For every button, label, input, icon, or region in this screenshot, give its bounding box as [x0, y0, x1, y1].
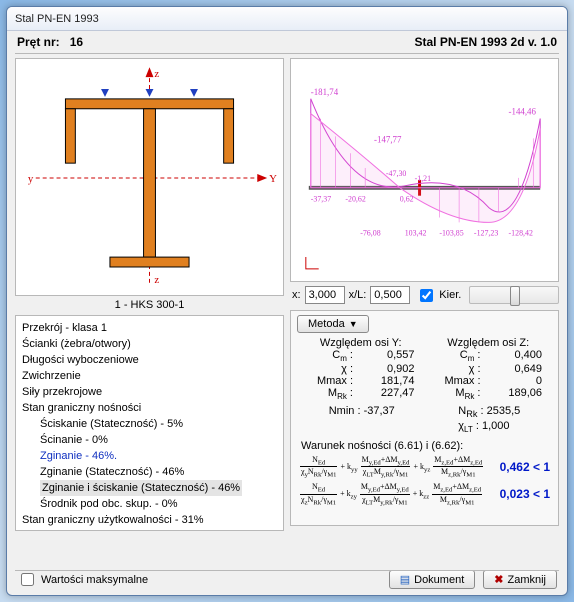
condition-661: NEdχyNRk/γM1 + kyy My,Ed+ΔMy,EdχLTMy,Rk/…	[299, 455, 552, 479]
result-row: Mmax :0	[425, 375, 553, 387]
max-values-label[interactable]: Wartości maksymalne	[17, 570, 148, 589]
svg-text:z: z	[154, 68, 159, 80]
max-values-checkbox[interactable]	[21, 573, 34, 586]
svg-text:-1,21: -1,21	[415, 174, 432, 183]
chevron-down-icon: ▼	[349, 319, 358, 329]
tree-item[interactable]: Siły przekrojowe	[22, 384, 277, 400]
coord-row: x: x/L: Kier.	[290, 282, 559, 310]
result-row: Cm :0,400	[425, 349, 553, 363]
cross-section-view: z z y Y	[15, 58, 284, 296]
tree-item[interactable]: Zginanie (Stateczność) - 46%	[22, 464, 277, 480]
kier-checkbox[interactable]	[420, 289, 433, 302]
result-row: MRk :189,06	[425, 387, 553, 401]
svg-text:-103,85: -103,85	[439, 228, 463, 237]
window-title: Stal PN-EN 1993	[15, 13, 99, 25]
svg-text:103,42: 103,42	[405, 228, 427, 237]
xl-input[interactable]	[370, 286, 410, 304]
result-row: Cm :0,557	[297, 349, 425, 363]
tree-item[interactable]: Środnik pod obc. skup. - 0%	[22, 496, 277, 512]
svg-text:-47,30: -47,30	[386, 169, 406, 178]
svg-text:-144,46: -144,46	[509, 107, 537, 117]
results-panel: Metoda▼ Względem osi Y: Cm :0,557χ :0,90…	[290, 310, 559, 526]
position-slider[interactable]	[469, 286, 559, 304]
svg-text:y: y	[28, 173, 34, 185]
tree-item[interactable]: Stan graniczny nośności	[22, 400, 277, 416]
cross-section-caption: 1 - HKS 300-1	[15, 296, 284, 315]
document-button[interactable]: ▤ Dokument	[389, 570, 476, 589]
condition-662: NEdχzNRk/γM1 + kzy My,Ed+ΔMy,EdχLTMy,Rk/…	[299, 482, 552, 506]
header-right: Stal PN-EN 1993 2d v. 1.0	[414, 35, 557, 49]
header-left: Pręt nr: 16	[17, 35, 83, 49]
result-row: χ :0,649	[425, 363, 553, 375]
tree-item[interactable]: Ściskanie (Stateczność) - 5%	[22, 416, 277, 432]
close-icon: ✖	[494, 573, 503, 586]
svg-text:-76,08: -76,08	[360, 228, 380, 237]
tree-item[interactable]: Ścianki (żebra/otwory)	[22, 336, 277, 352]
svg-text:0,62: 0,62	[400, 195, 414, 204]
x-input[interactable]	[305, 286, 345, 304]
result-row: MRk :227,47	[297, 387, 425, 401]
close-button[interactable]: ✖ Zamknij	[483, 570, 557, 589]
tree-item[interactable]: Przekrój - klasa 1	[22, 320, 277, 336]
tree-item[interactable]: Ścinanie - 0%	[22, 432, 277, 448]
result-row: Mmax :181,74	[297, 375, 425, 387]
svg-text:-147,77: -147,77	[374, 134, 402, 144]
titlebar: Stal PN-EN 1993	[7, 7, 567, 31]
method-button[interactable]: Metoda▼	[297, 315, 369, 333]
svg-text:-20,62: -20,62	[345, 195, 365, 204]
tree-item[interactable]: Zginanie - 46%.	[22, 448, 277, 464]
tree-item[interactable]: Zwichrzenie	[22, 368, 277, 384]
tree-item[interactable]: Zginanie i ściskanie (Stateczność) - 46%	[22, 480, 277, 496]
svg-text:-127,23: -127,23	[474, 228, 498, 237]
tree-item[interactable]: Stan graniczny użytkowalności - 31%	[22, 512, 277, 528]
svg-text:-181,74: -181,74	[311, 87, 339, 97]
tree-item[interactable]: Długości wyboczeniowe	[22, 352, 277, 368]
svg-text:-37,37: -37,37	[311, 195, 331, 204]
document-icon: ▤	[400, 573, 410, 586]
svg-text:-128,42: -128,42	[509, 228, 533, 237]
result-row: χ :0,902	[297, 363, 425, 375]
svg-text:Y: Y	[269, 173, 277, 185]
results-tree[interactable]: Przekrój - klasa 1Ścianki (żebra/otwory)…	[15, 315, 284, 531]
svg-text:z: z	[154, 274, 159, 286]
diagram-view: -181,74 -144,46 -147,77 -47,30 -1,21 -37…	[290, 58, 559, 282]
